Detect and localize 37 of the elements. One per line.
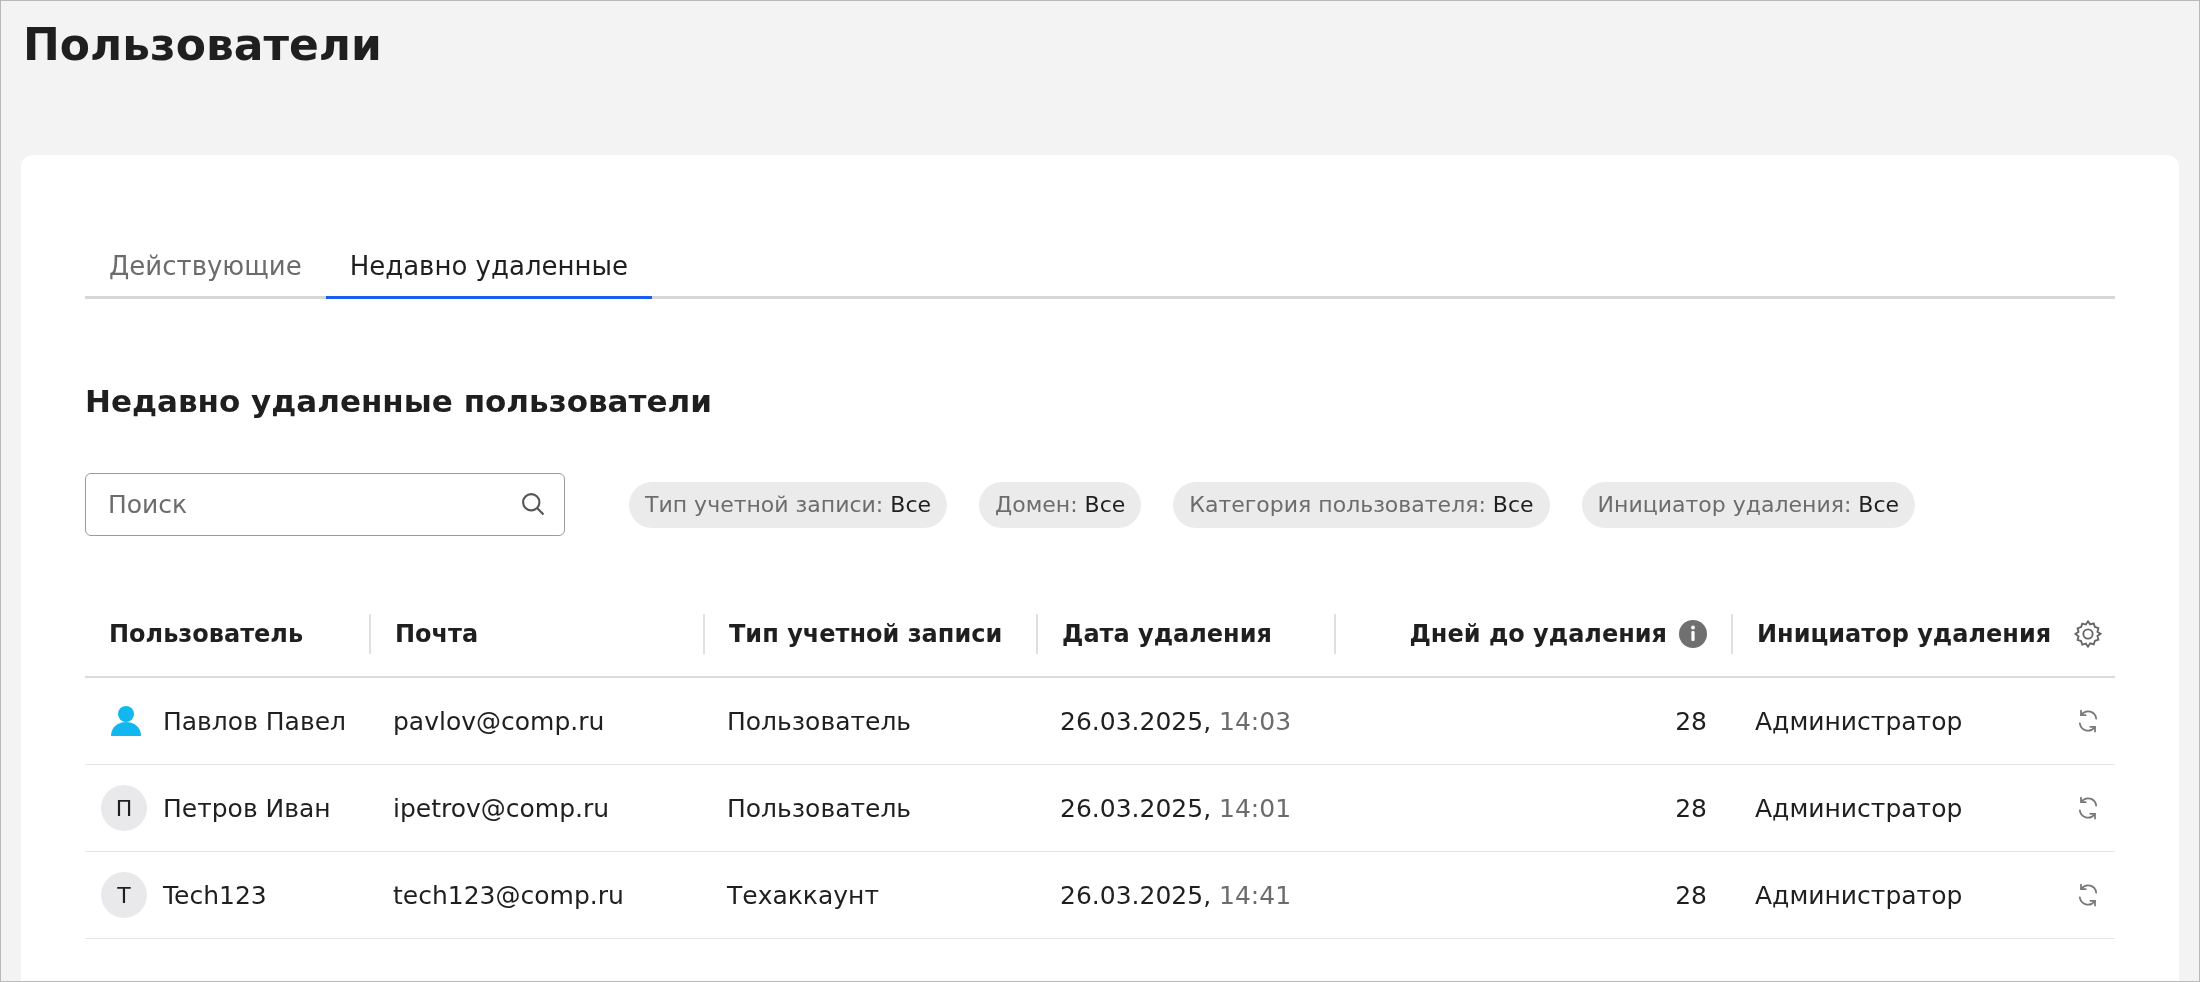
email-cell-text: ipetrov@comp.ru [392,793,611,823]
user-name: Tech123 [163,880,267,910]
filter-chip[interactable]: Инициатор удаления: Все [1581,481,1916,528]
email-cell-text: tech123@comp.ru [392,880,625,910]
user-name: Петров Иван [163,793,331,823]
avatar-initial: Т [101,872,147,918]
column-header: Дней до удаления [1409,620,1667,648]
deletion-date-cell-text: 26.03.2025, 14:03 [1059,706,1293,736]
initiator-cell-text: Администратор [1754,880,1964,910]
page-title: Пользователи [23,18,383,72]
column-header: Почта [395,620,479,648]
filter-chip[interactable]: Тип учетной записи: Все [629,481,948,528]
user-name: Павлов Павел [163,706,347,736]
filter-chip[interactable]: Категория пользователя: Все [1173,481,1550,528]
initiator-cell-text: Администратор [1754,793,1964,823]
column-header: Тип учетной записи [729,620,1003,648]
search-field[interactable]: Поиск [85,473,565,536]
filter-chip[interactable]: Домен: Все [979,481,1142,528]
column-header: Инициатор удаления [1757,620,2052,648]
account-type-cell-text: Пользователь [726,793,913,823]
deletion-date-cell-text: 26.03.2025, 14:41 [1059,880,1293,910]
column-header: Дата удаления [1062,620,1272,648]
avatar-initial: П [101,785,147,831]
account-type-cell-text: Техаккаунт [726,880,880,910]
tab[interactable]: Действующие [85,235,326,299]
days-left-cell-text: 28 [1674,880,1708,910]
days-left-cell-text: 28 [1674,706,1708,736]
deletion-date-cell-text: 26.03.2025, 14:01 [1059,793,1293,823]
account-type-cell-text: Пользователь [726,706,913,736]
email-cell-text: pavlov@comp.ru [392,706,606,736]
settings-icon[interactable] [2072,618,2104,650]
search-icon [519,490,547,518]
initiator-cell-text: Администратор [1754,706,1964,736]
days-left-cell-text: 28 [1674,793,1708,823]
column-header: Пользователь [109,620,304,648]
section-title: Недавно удаленные пользователи [85,383,713,419]
tab[interactable]: Недавно удаленные [325,235,653,299]
